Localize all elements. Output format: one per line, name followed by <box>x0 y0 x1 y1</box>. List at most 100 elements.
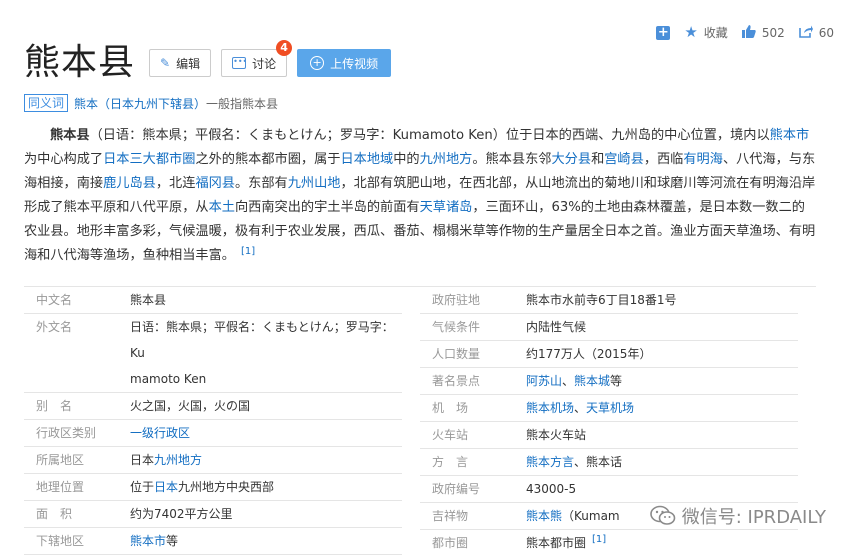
link-mainland[interactable]: 本土 <box>209 200 235 215</box>
info-value: 约177万人（2015年） <box>526 347 652 361</box>
info-row: 别 名 火之国，火国，火の国 <box>24 393 402 420</box>
share-button[interactable]: 60 <box>798 24 834 41</box>
info-row: mamoto Ken <box>24 366 402 393</box>
info-key: 都市圈 <box>432 536 469 550</box>
add-button[interactable]: + <box>656 24 671 40</box>
info-row: 行政区类别 一级行政区 <box>24 420 402 447</box>
info-value: 约为7402平方公里 <box>130 507 233 521</box>
link-kumamoto-airport[interactable]: 熊本机场 <box>526 401 574 415</box>
edit-button[interactable]: ✎ 编辑 <box>149 49 212 77</box>
plus-icon: + <box>656 24 671 40</box>
info-value: 阿苏山、熊本城等 <box>514 368 798 394</box>
link-kyushu[interactable]: 九州地方 <box>420 152 473 167</box>
info-value: 43000-5 <box>526 482 577 496</box>
info-row: 机 场 熊本机场、天草机场 <box>420 395 798 422</box>
link-japan-region[interactable]: 日本地域 <box>341 152 394 167</box>
link-ariake-sea[interactable]: 有明海 <box>683 152 723 167</box>
link-kumamoto-dialect[interactable]: 熊本方言 <box>526 455 574 469</box>
like-count: 502 <box>761 25 785 40</box>
link-miyazaki[interactable]: 宫崎县 <box>604 152 644 167</box>
summary-paragraph: 熊本县（日语：熊本県；平假名：くまもとけん；罗马字：Kumamoto Ken）位… <box>24 124 816 268</box>
info-row: 方 言 熊本方言、熊本话 <box>420 449 798 476</box>
thumbs-up-icon <box>741 24 756 41</box>
plus-circle-icon: + <box>310 56 325 70</box>
info-text: 熊本都市圈 <box>526 536 587 550</box>
wechat-watermark: 微信号: IPRDAILY <box>649 503 826 529</box>
info-key: 方 言 <box>432 455 469 469</box>
discuss-count-badge: 4 <box>276 40 293 56</box>
info-key: 火车站 <box>432 428 469 442</box>
summary-text: 为中心构成了 <box>24 152 104 167</box>
info-text: 日本 <box>130 453 155 467</box>
reference-link[interactable]: [1] <box>592 534 606 545</box>
info-row: 火车站 熊本火车站 <box>420 422 798 449</box>
info-value: mamoto Ken <box>130 372 207 386</box>
link-kyushu-region[interactable]: 九州地方 <box>154 453 202 467</box>
info-key: 人口数量 <box>432 347 481 361</box>
link-kumamoto-city[interactable]: 熊本市 <box>770 128 810 143</box>
link-oita[interactable]: 大分县 <box>552 152 592 167</box>
upload-video-button[interactable]: + 上传视频 <box>297 49 392 77</box>
upload-label: 上传视频 <box>330 56 379 71</box>
info-row: 面 积 约为7402平方公里 <box>24 501 402 528</box>
info-value: 熊本火车站 <box>526 428 587 442</box>
share-icon <box>798 24 813 41</box>
info-row: 政府驻地 熊本市水前寺6丁目18番1号 <box>420 287 798 314</box>
link-fukuoka[interactable]: 福冈县 <box>195 176 235 191</box>
info-key: 面 积 <box>36 507 73 521</box>
link-kagoshima[interactable]: 鹿儿岛县 <box>103 176 156 191</box>
info-row: 所属地区 日本九州地方 <box>24 447 402 474</box>
link-kyushu-mountains[interactable]: 九州山地 <box>288 176 341 191</box>
favorite-label: 收藏 <box>703 26 728 40</box>
info-row: 地理位置 位于日本九州地方中央西部 <box>24 474 402 501</box>
info-key: 气候条件 <box>432 320 481 334</box>
info-key: 下辖地区 <box>36 534 85 548</box>
info-row: 都市圈 熊本都市圈 [1] <box>420 530 798 555</box>
comment-icon: ••• <box>232 57 247 69</box>
info-row: 政府编号 43000-5 <box>420 476 798 503</box>
info-row: 气候条件 内陆性气候 <box>420 314 798 341</box>
info-key <box>24 366 118 392</box>
summary-text: ，北连 <box>155 176 196 191</box>
link-three-metros[interactable]: 日本三大都市圈 <box>103 152 195 167</box>
info-value: 熊本市等 <box>118 528 402 554</box>
link-kumamoto-castle[interactable]: 熊本城 <box>574 374 610 388</box>
info-text: 位于 <box>130 480 155 494</box>
info-value: 熊本市水前寺6丁目18番1号 <box>526 293 677 307</box>
info-key: 政府编号 <box>432 482 481 496</box>
info-key: 中文名 <box>36 293 73 307</box>
summary-text: ，西临 <box>643 152 684 167</box>
link-amakusa-islands[interactable]: 天草诸岛 <box>420 200 473 215</box>
link-kumamon[interactable]: 熊本熊 <box>526 509 562 523</box>
link-mount-aso[interactable]: 阿苏山 <box>526 374 562 388</box>
info-row: 下辖地区 熊本市等 <box>24 528 402 555</box>
favorite-button[interactable]: ★ 收藏 <box>684 24 727 41</box>
info-value: 内陆性气候 <box>526 320 587 334</box>
link-admin-type[interactable]: 一级行政区 <box>130 426 190 440</box>
summary-text: 。熊本县东邻 <box>472 152 552 167</box>
info-key: 著名景点 <box>432 374 481 388</box>
reference-link[interactable]: [1] <box>241 246 255 257</box>
top-actions: + ★ 收藏 502 60 <box>642 24 834 41</box>
discuss-button[interactable]: ••• 讨论 4 <box>221 40 293 77</box>
info-value: 熊本县 <box>130 293 167 307</box>
info-row: 中文名 熊本县 <box>24 287 402 314</box>
info-row: 著名景点 阿苏山、熊本城等 <box>420 368 798 395</box>
synonym-tag[interactable]: 同义词 <box>24 94 69 112</box>
link-amakusa-airport[interactable]: 天草机场 <box>586 401 634 415</box>
info-row: 外文名 日语：熊本県；平假名：くまもとけん；罗马字：Ku <box>24 314 402 366</box>
info-key: 别 名 <box>36 399 73 413</box>
link-japan[interactable]: 日本 <box>154 480 178 494</box>
info-row: 人口数量 约177万人（2015年） <box>420 341 798 368</box>
synonym-link[interactable]: 熊本（日本九州下辖县） <box>74 95 206 112</box>
summary-text: （日语：熊本県；平假名：くまもとけん；罗马字：Kumamoto Ken）位于日本… <box>89 128 770 143</box>
summary-text: 中的 <box>393 152 420 167</box>
like-button[interactable]: 502 <box>741 24 785 41</box>
info-value: 位于日本九州地方中央西部 <box>118 474 402 500</box>
link-kumamoto-city-sub[interactable]: 熊本市 <box>130 534 166 548</box>
info-value: 熊本机场、天草机场 <box>514 395 798 421</box>
synonym-row: 同义词 熊本（日本九州下辖县） 一般指熊本县 <box>24 94 278 112</box>
edit-label: 编辑 <box>176 56 201 71</box>
share-count: 60 <box>818 25 834 40</box>
info-value: 一级行政区 <box>118 420 402 446</box>
